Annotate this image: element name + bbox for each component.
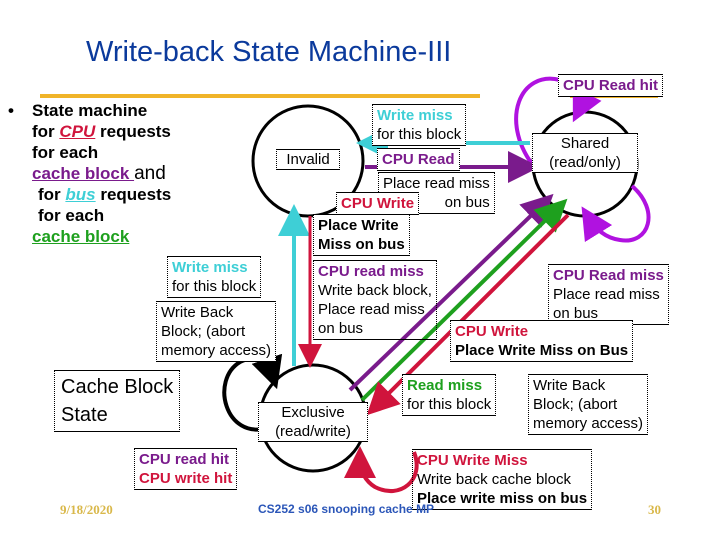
- label-exclusive-to-shared-cpu: CPU read miss Write back block, Place re…: [313, 260, 437, 340]
- label-shared-read-hit: CPU Read hit: [558, 74, 664, 97]
- label-text: CPU Read hit: [563, 77, 659, 94]
- label-action: Place Write: [318, 217, 399, 234]
- label-event: CPU Read miss: [553, 267, 664, 284]
- label-exclusive-hit: CPU read hit CPU write hit: [134, 448, 238, 490]
- page-number: 30: [648, 502, 661, 517]
- label-shared-to-exclusive: CPU Write Place Write Miss on Bus: [450, 320, 634, 362]
- label-action: for this block: [407, 396, 492, 413]
- label-action: Write Back: [533, 377, 606, 394]
- label-invalid-to-exclusive: CPU Write: [336, 192, 420, 215]
- legend-text: Cache Block: [61, 376, 174, 398]
- state-exclusive-subtext: (read/write): [275, 423, 351, 440]
- label-action: Block; (abort: [161, 323, 246, 340]
- label-action: Place write miss on bus: [417, 490, 588, 507]
- label-action: Miss on bus: [318, 236, 405, 253]
- label-action: memory access): [533, 415, 644, 432]
- footer-date: 9/18/2020: [60, 502, 113, 517]
- label-action: Place Write Miss on Bus: [455, 342, 629, 359]
- label-action: for this block: [377, 126, 462, 143]
- state-invalid-text: Invalid: [286, 151, 330, 168]
- label-exclusive-to-shared-bus: Read miss for this block: [402, 374, 497, 416]
- label-event: CPU read miss: [318, 263, 424, 280]
- label-action: Write back cache block: [417, 471, 571, 488]
- label-event: Write miss: [172, 259, 248, 276]
- state-shared-text: Shared: [560, 135, 610, 152]
- label-event: CPU Write Miss: [417, 452, 528, 469]
- label-action: memory access): [161, 342, 272, 359]
- label-exclusive-write-miss: CPU Write Miss Write back cache block Pl…: [412, 449, 593, 510]
- state-exclusive-label[interactable]: Exclusive (read/write): [258, 402, 368, 442]
- label-event: CPU read hit: [139, 451, 230, 468]
- label-action: on bus: [318, 320, 364, 337]
- label-invalid-to-shared: CPU Read: [377, 148, 460, 171]
- label-action: for this block: [172, 278, 257, 295]
- label-action: Place read miss: [318, 301, 425, 318]
- label-exclusive-to-shared-bus-action: Write Back Block; (abort memory access): [528, 374, 649, 435]
- label-event: CPU Read: [382, 151, 455, 168]
- label-exclusive-to-invalid-action: Write Back Block; (abort memory access): [156, 301, 277, 362]
- label-action: Place read miss: [383, 175, 490, 192]
- state-shared-label[interactable]: Shared (read/only): [532, 133, 638, 173]
- label-event: CPU Write: [455, 323, 529, 340]
- label-shared-to-invalid: Write miss for this block: [372, 104, 467, 146]
- slide: Write-back State Machine-III • State mach…: [0, 0, 720, 540]
- legend-text: State: [61, 404, 108, 426]
- label-exclusive-to-invalid: Write miss for this block: [167, 256, 262, 298]
- state-exclusive-text: Exclusive: [281, 404, 345, 421]
- label-event: CPU Write: [341, 195, 415, 212]
- state-shared-subtext: (read/only): [549, 154, 621, 171]
- label-action: Block; (abort: [533, 396, 618, 413]
- label-action: Place read miss: [553, 286, 660, 303]
- footer-course: CS252 s06 snooping cache MP: [258, 502, 435, 516]
- label-action: Write back block,: [318, 282, 432, 299]
- label-event: CPU write hit: [139, 470, 233, 487]
- exclusive-write-miss-loop: [344, 446, 419, 494]
- label-event: Read miss: [407, 377, 483, 394]
- label-shared-read-miss: CPU Read miss Place read miss on bus: [548, 264, 669, 325]
- state-invalid-label[interactable]: Invalid: [276, 149, 340, 170]
- cache-block-state-box: Cache Block State: [54, 370, 181, 432]
- label-action: Write Back: [161, 304, 234, 321]
- label-event: Write miss: [377, 107, 453, 124]
- label-invalid-to-exclusive-action: Place Write Miss on bus: [313, 214, 410, 256]
